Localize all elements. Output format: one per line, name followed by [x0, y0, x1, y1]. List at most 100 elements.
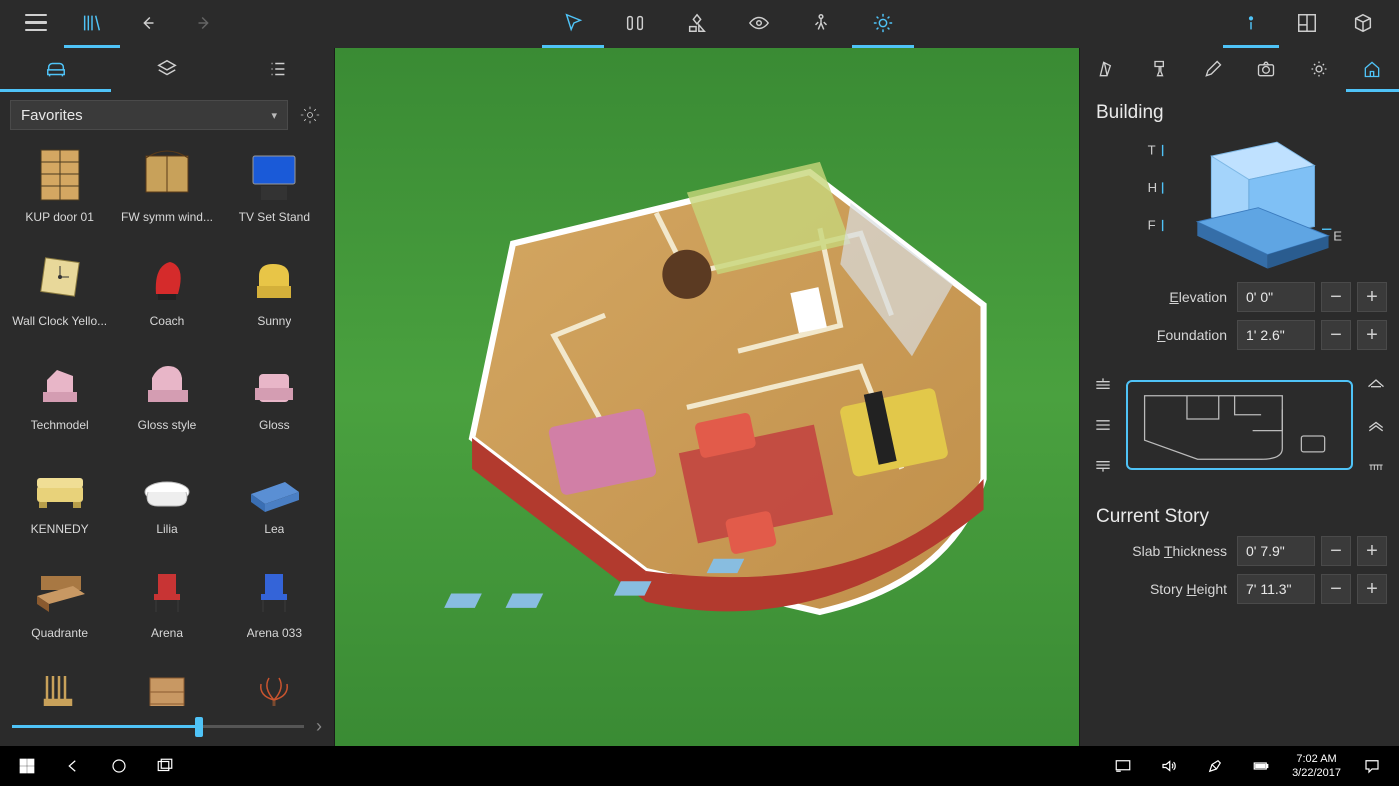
library-item[interactable]: KUP door 01	[6, 144, 113, 244]
library-thumb	[243, 664, 305, 706]
library-item[interactable]	[113, 664, 220, 706]
story-preview[interactable]	[1126, 380, 1353, 470]
library-item[interactable]: FW symm wind...	[113, 144, 220, 244]
add-story-below-button[interactable]	[1092, 454, 1114, 476]
taskbar-back-button[interactable]	[50, 746, 96, 786]
undo-icon	[137, 12, 159, 34]
redo-button[interactable]	[176, 0, 232, 48]
select-tool-button[interactable]	[542, 0, 604, 48]
inspector-building-tab[interactable]	[1346, 48, 1399, 92]
library-grid: KUP door 01FW symm wind...TV Set Stand Wa…	[0, 138, 334, 706]
library-item[interactable]: Lilia	[113, 456, 220, 556]
foundation-decrement[interactable]: −	[1321, 320, 1351, 350]
action-center-button[interactable]	[1349, 746, 1395, 786]
story-height-input[interactable]: 7' 11.3"	[1237, 574, 1315, 604]
library-item[interactable]: Quadrante	[6, 560, 113, 660]
inspector-camera-tab[interactable]	[1240, 48, 1293, 92]
furniture-icon	[45, 58, 67, 80]
library-toggle-button[interactable]	[64, 0, 120, 48]
library-item[interactable]: Lea	[221, 456, 328, 556]
library-thumb	[136, 456, 198, 518]
story-height-increment[interactable]: +	[1357, 574, 1387, 604]
library-thumb	[243, 560, 305, 622]
tray-pen-button[interactable]	[1192, 746, 1238, 786]
library-item[interactable]: TV Set Stand	[221, 144, 328, 244]
library-item[interactable]: Techmodel	[6, 352, 113, 452]
library-item[interactable]: Gloss style	[113, 352, 220, 452]
tray-battery-button[interactable]	[1238, 746, 1284, 786]
task-view-button[interactable]	[142, 746, 188, 786]
expand-button[interactable]: ›	[316, 716, 322, 737]
gear-icon	[300, 105, 320, 125]
elevation-input[interactable]: 0' 0"	[1237, 282, 1315, 312]
taskbar-clock[interactable]: 7:02 AM 3/22/2017	[1284, 752, 1349, 781]
thumbnail-size-slider[interactable]	[12, 714, 304, 738]
library-item-label: Coach	[150, 314, 185, 328]
cursor-icon	[562, 12, 584, 34]
library-item[interactable]: Sunny	[221, 248, 328, 348]
dim-h: H	[1148, 180, 1157, 195]
3d-viewport[interactable]	[335, 48, 1079, 746]
3d-view-button[interactable]	[1335, 0, 1391, 48]
story-list-button[interactable]	[1092, 414, 1114, 436]
slab-input[interactable]: 0' 7.9"	[1237, 536, 1315, 566]
start-button[interactable]	[4, 746, 50, 786]
inspector-object-tab[interactable]	[1080, 48, 1133, 92]
library-item[interactable]	[221, 664, 328, 706]
wall-tool-button[interactable]	[604, 0, 666, 48]
tray-volume-button[interactable]	[1146, 746, 1192, 786]
library-thumb	[29, 664, 91, 706]
library-thumb	[243, 144, 305, 206]
shapes-icon	[686, 12, 708, 34]
materials-tab[interactable]	[111, 48, 222, 92]
circle-icon	[110, 757, 128, 775]
library-item[interactable]: Wall Clock Yello...	[6, 248, 113, 348]
category-dropdown[interactable]: Favorites ▾	[10, 100, 288, 130]
library-item[interactable]: Arena	[113, 560, 220, 660]
list-tab[interactable]	[223, 48, 334, 92]
walkthrough-button[interactable]	[790, 0, 852, 48]
slab-decrement[interactable]: −	[1321, 536, 1351, 566]
roof-button[interactable]	[1365, 374, 1387, 396]
foundation-input[interactable]: 1' 2.6"	[1237, 320, 1315, 350]
library-item-label: Quadrante	[31, 626, 88, 640]
story-height-decrement[interactable]: −	[1321, 574, 1351, 604]
view-tool-button[interactable]	[728, 0, 790, 48]
ceiling-button[interactable]	[1365, 414, 1387, 436]
info-panel-button[interactable]	[1223, 0, 1279, 48]
library-thumb	[136, 144, 198, 206]
room-tool-button[interactable]	[666, 0, 728, 48]
inspector-light-tab[interactable]	[1293, 48, 1346, 92]
house-icon	[1362, 59, 1382, 79]
slab-increment[interactable]: +	[1357, 536, 1387, 566]
object-icon	[1097, 59, 1117, 79]
inspector-edit-tab[interactable]	[1186, 48, 1239, 92]
library-item[interactable]: KENNEDY	[6, 456, 113, 556]
layout-panel-button[interactable]	[1279, 0, 1335, 48]
elevation-increment[interactable]: +	[1357, 282, 1387, 312]
add-story-above-button[interactable]	[1092, 374, 1114, 396]
story-preview-block	[1080, 354, 1399, 496]
foundation-increment[interactable]: +	[1357, 320, 1387, 350]
undo-button[interactable]	[120, 0, 176, 48]
pencil-icon	[1203, 59, 1223, 79]
battery-icon	[1252, 757, 1270, 775]
tray-cast-button[interactable]	[1100, 746, 1146, 786]
library-settings-button[interactable]	[296, 101, 324, 129]
current-story-heading: Current Story	[1080, 496, 1399, 532]
library-item-label: Gloss	[259, 418, 290, 432]
elevation-decrement[interactable]: −	[1321, 282, 1351, 312]
floor-button[interactable]	[1365, 454, 1387, 476]
hamburger-menu-button[interactable]	[8, 0, 64, 48]
inspector-paint-tab[interactable]	[1133, 48, 1186, 92]
cortana-button[interactable]	[96, 746, 142, 786]
library-item[interactable]: Arena 033	[221, 560, 328, 660]
library-item[interactable]	[6, 664, 113, 706]
lighting-tool-button[interactable]	[852, 0, 914, 48]
library-item[interactable]: Gloss	[221, 352, 328, 452]
sun-icon	[872, 12, 894, 34]
elevation-label: Elevation	[1092, 289, 1231, 305]
furniture-tab[interactable]	[0, 48, 111, 92]
library-thumb	[136, 560, 198, 622]
library-item[interactable]: Coach	[113, 248, 220, 348]
